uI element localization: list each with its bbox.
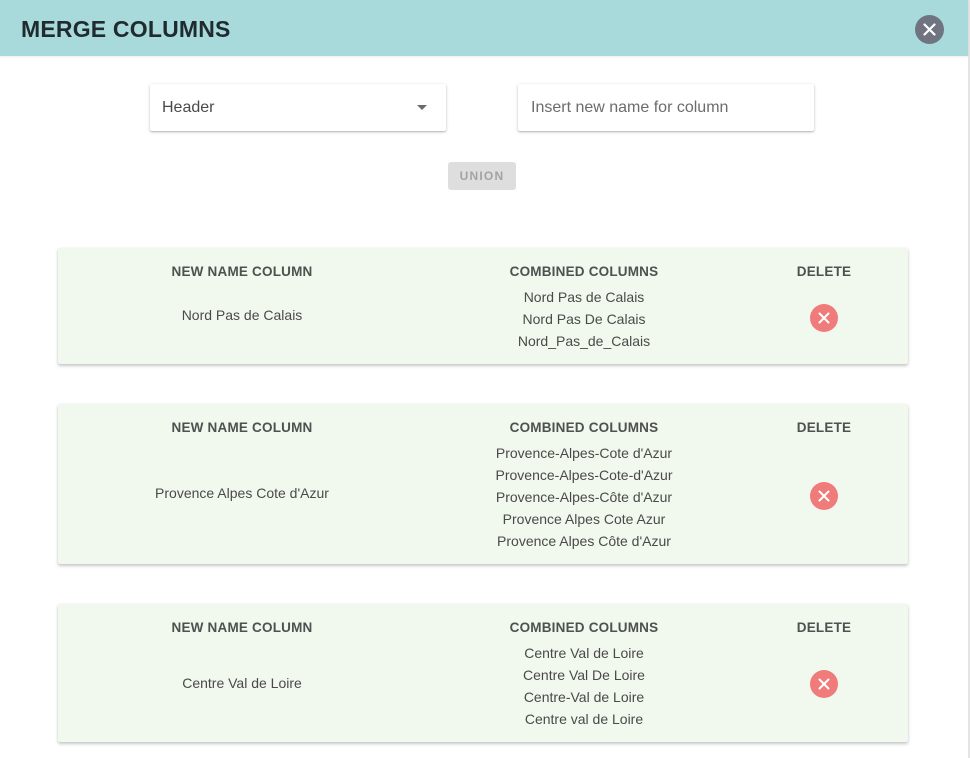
combined-column-item: Provence-Alpes-Côte d'Azur [495,489,673,505]
dialog-title: MERGE COLUMNS [21,16,231,42]
new-column-name-input[interactable] [518,84,814,131]
combined-columns-list: Provence-Alpes-Cote d'Azur Provence-Alpe… [434,442,734,552]
combined-column-item: Centre Val de Loire [524,645,644,661]
merge-card: NEW NAME COLUMN COMBINED COLUMNS DELETE … [58,604,908,742]
union-button[interactable]: UNION [448,162,516,190]
combined-column-item: Nord Pas de Calais [523,289,645,305]
combined-columns-header: COMBINED COLUMNS [509,620,659,635]
combined-column-item: Nord_Pas_de_Calais [517,333,651,349]
combined-columns-header: COMBINED COLUMNS [509,420,659,435]
delete-header: DELETE [796,620,852,635]
new-name-column-header: NEW NAME COLUMN [171,264,313,279]
combined-column-item: Provence Alpes Côte d'Azur [497,533,671,549]
combined-columns-list: Nord Pas de Calais Nord Pas De Calais No… [434,286,734,352]
combined-column-item: Centre-Val de Loire [523,689,645,705]
merge-new-name: Provence Alpes Cote d'Azur [155,485,329,501]
combined-columns-list: Centre Val de Loire Centre Val De Loire … [434,642,734,730]
delete-header: DELETE [796,420,852,435]
delete-header: DELETE [796,264,852,279]
combined-columns-header: COMBINED COLUMNS [509,264,659,279]
close-icon [818,678,830,690]
header-select-value: Header [162,99,215,116]
close-button[interactable] [915,15,944,44]
combined-column-item: Provence-Alpes-Cote-d'Azur [495,467,673,483]
delete-merge-button[interactable] [810,670,838,698]
merge-new-name: Nord Pas de Calais [181,307,303,323]
combined-column-item: Provence Alpes Cote Azur [502,511,666,527]
combined-column-item: Nord Pas De Calais [522,311,646,327]
merge-new-name: Centre Val de Loire [182,675,302,691]
new-name-column-header: NEW NAME COLUMN [171,620,313,635]
merge-card: NEW NAME COLUMN COMBINED COLUMNS DELETE … [58,248,908,364]
combined-column-item: Provence-Alpes-Cote d'Azur [495,445,673,461]
close-icon [818,312,830,324]
dialog-header: MERGE COLUMNS [0,0,968,56]
close-icon [818,490,830,502]
combined-column-item: Centre val de Loire [524,711,644,727]
close-icon [923,23,936,36]
merge-columns-dialog: MERGE COLUMNS Header UNION NEW NAME COLU… [0,0,970,758]
combined-column-item: Centre Val De Loire [523,667,645,683]
header-select[interactable]: Header [150,84,446,131]
delete-merge-button[interactable] [810,482,838,510]
new-name-column-header: NEW NAME COLUMN [171,420,313,435]
delete-merge-button[interactable] [810,304,838,332]
dropdown-arrow-icon [417,105,427,110]
merge-card: NEW NAME COLUMN COMBINED COLUMNS DELETE … [58,404,908,564]
